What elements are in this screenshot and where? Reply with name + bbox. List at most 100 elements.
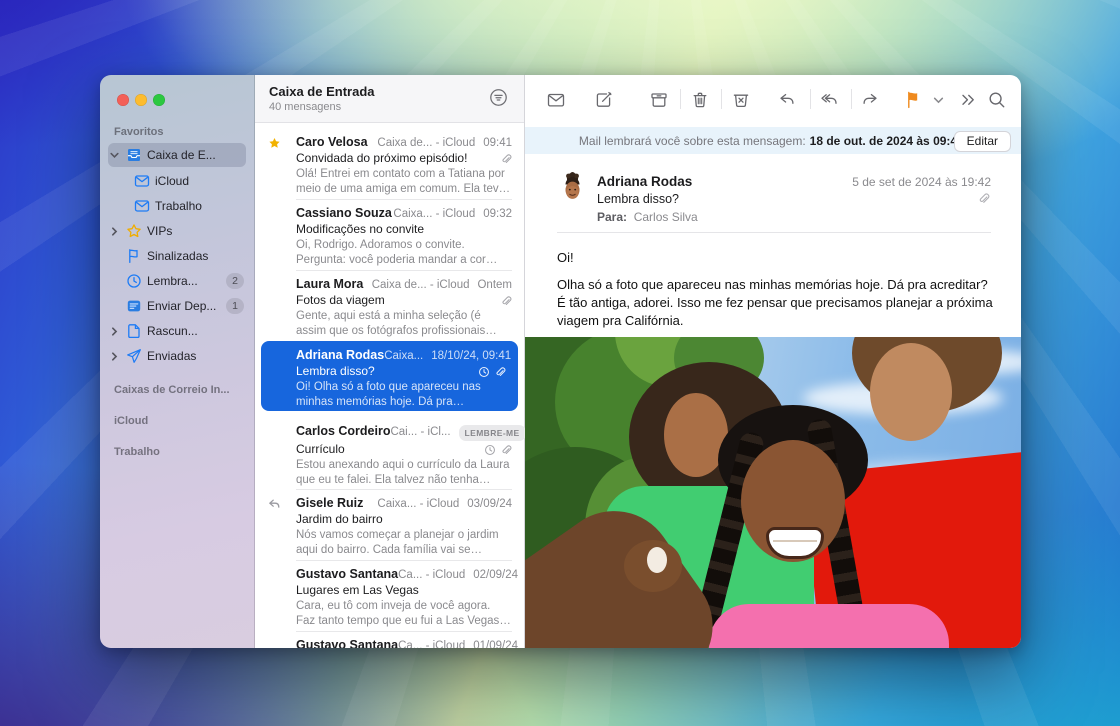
section-header-inteligentes[interactable]: Caixas de Correio In... xyxy=(114,384,230,396)
minimize-window-button[interactable] xyxy=(135,94,147,106)
list-item[interactable]: Laura Mora Caixa de... - iCloudOntem Fot… xyxy=(255,270,524,341)
envelope-icon xyxy=(134,173,150,189)
sidebar-item-label: Caixa de E... xyxy=(147,148,216,162)
mailbox-label: Caixa... xyxy=(384,349,423,363)
message-recipient: Para: Carlos Silva xyxy=(597,210,698,224)
message-time: 02/09/24 xyxy=(473,568,518,582)
junk-icon[interactable] xyxy=(731,90,751,110)
sidebar-item-drafts[interactable]: Rascun... xyxy=(100,319,255,343)
chevron-right-icon[interactable] xyxy=(110,227,119,236)
mailbox-label: Ca... - iCloud xyxy=(398,568,465,582)
document-icon xyxy=(126,323,142,339)
mailbox-title: Caixa de Entrada xyxy=(269,84,375,99)
message-list-header: Caixa de Entrada 40 mensagens xyxy=(255,75,524,123)
sidebar-item-send-later[interactable]: Enviar Dep... 1 xyxy=(100,294,255,318)
mailbox-label: Caixa... - iCloud xyxy=(377,497,459,511)
list-item[interactable]: Caro Velosa Caixa de... - iCloud09:41 Co… xyxy=(255,128,524,199)
paperclip-icon xyxy=(500,153,512,165)
message-date: 5 de set de 2024 às 19:42 xyxy=(852,175,991,189)
sender-avatar[interactable] xyxy=(557,171,588,202)
message-sender[interactable]: Adriana Rodas xyxy=(597,174,692,189)
flag-icon xyxy=(126,248,142,264)
sidebar-item-icloud-inbox[interactable]: iCloud xyxy=(100,169,255,193)
chevron-down-icon[interactable] xyxy=(110,151,119,160)
list-item[interactable]: Cassiano Souza Caixa... - iCloud09:32 Mo… xyxy=(255,199,524,270)
list-item-selected[interactable]: Adriana Rodas Caixa...18/10/24, 09:41 Le… xyxy=(261,341,518,411)
flag-icon[interactable] xyxy=(903,90,923,110)
reminder-banner-datetime: 18 de out. de 2024 às 09:41. xyxy=(810,134,967,148)
paperclip-icon xyxy=(500,444,512,456)
send-later-icon xyxy=(126,298,142,314)
list-item[interactable]: Gustavo Santana Ca... - iCloud01/09/24 xyxy=(255,631,524,648)
vip-star-icon xyxy=(268,137,281,150)
list-item[interactable]: Carlos Cordeiro Cai... - iCl...LEMBRE-ME… xyxy=(255,417,524,488)
unread-badge: 2 xyxy=(226,273,244,289)
sidebar-item-inbox[interactable]: Caixa de E... xyxy=(100,143,255,167)
search-icon[interactable] xyxy=(987,90,1007,110)
paper-plane-icon xyxy=(126,348,142,364)
sidebar-item-flagged[interactable]: Sinalizadas xyxy=(100,244,255,268)
mailbox-label: Caixa de... - iCloud xyxy=(372,278,470,292)
get-mail-icon[interactable] xyxy=(546,90,566,110)
more-icon[interactable] xyxy=(958,90,978,110)
sidebar-item-remind-me[interactable]: Lembra... 2 xyxy=(100,269,255,293)
sidebar-item-sent[interactable]: Enviadas xyxy=(100,344,255,368)
favorites-section-header: Favoritos xyxy=(114,126,164,138)
list-item[interactable]: Gisele Ruiz Caixa... - iCloud03/09/24 Ja… xyxy=(255,489,524,560)
toolbar-separator xyxy=(851,89,852,109)
chevron-right-icon[interactable] xyxy=(110,327,119,336)
paperclip-icon xyxy=(494,366,506,378)
sidebar-item-label: iCloud xyxy=(155,174,189,188)
remind-me-badge: LEMBRE-ME xyxy=(459,425,526,441)
message-subject: Lembra disso? xyxy=(597,192,679,206)
compose-icon[interactable] xyxy=(594,90,614,110)
sidebar-item-trabalho-inbox[interactable]: Trabalho xyxy=(100,194,255,218)
list-item[interactable]: Gustavo Santana Ca... - iCloud02/09/24 L… xyxy=(255,560,524,631)
sidebar-item-label: Enviar Dep... xyxy=(147,299,216,313)
message-time: 18/10/24, 09:41 xyxy=(431,349,511,363)
reply-icon[interactable] xyxy=(777,90,797,110)
sidebar-item-label: Lembra... xyxy=(147,274,198,288)
photo-person-shirt-pink xyxy=(709,604,949,648)
section-header-icloud[interactable]: iCloud xyxy=(114,415,148,427)
photo-smile xyxy=(766,527,824,559)
message-time: 09:41 xyxy=(483,136,512,150)
mailbox-label: Caixa... - iCloud xyxy=(393,207,475,221)
replied-arrow-icon xyxy=(268,498,281,511)
inbox-icon xyxy=(126,147,142,163)
message-count: 40 mensagens xyxy=(269,101,341,113)
zoom-window-button[interactable] xyxy=(153,94,165,106)
mail-window: Favoritos Caixa de E... iCloud Trabalho … xyxy=(100,75,1021,648)
forward-icon[interactable] xyxy=(860,90,880,110)
sidebar-item-label: Enviadas xyxy=(147,349,196,363)
toolbar-separator xyxy=(680,89,681,109)
trash-icon[interactable] xyxy=(690,90,710,110)
close-window-button[interactable] xyxy=(117,94,129,106)
edit-reminder-button[interactable]: Editar xyxy=(954,131,1011,152)
filter-icon[interactable] xyxy=(489,88,508,107)
chevron-right-icon[interactable] xyxy=(110,352,119,361)
header-divider xyxy=(557,232,991,233)
sidebar-item-label: VIPs xyxy=(147,224,172,238)
body-paragraph: Olha só a foto que apareceu nas minhas m… xyxy=(557,276,999,330)
attachment-photo[interactable] xyxy=(525,337,1021,648)
message-time: 03/09/24 xyxy=(467,497,512,511)
section-header-trabalho[interactable]: Trabalho xyxy=(114,446,160,458)
toolbar-separator xyxy=(810,89,811,109)
sidebar-item-vips[interactable]: VIPs xyxy=(100,219,255,243)
message-time: Ontem xyxy=(477,278,512,292)
reminder-banner: Mail lembrará você sobre esta mensagem: … xyxy=(525,127,1021,154)
reply-all-icon[interactable] xyxy=(819,90,839,110)
body-paragraph: Oi! xyxy=(557,249,999,267)
archive-icon[interactable] xyxy=(649,90,669,110)
count-badge: 1 xyxy=(226,298,244,314)
paperclip-icon[interactable] xyxy=(977,192,990,205)
paperclip-icon xyxy=(500,295,512,307)
star-icon xyxy=(126,223,142,239)
reading-pane: Mail lembrará você sobre esta mensagem: … xyxy=(525,75,1021,648)
reminder-banner-text: Mail lembrará você sobre esta mensagem: xyxy=(579,134,806,148)
sidebar-item-label: Rascun... xyxy=(147,324,198,338)
clock-icon xyxy=(126,273,142,289)
flag-menu-chevron-icon[interactable] xyxy=(933,95,944,106)
message-time: 01/09/24 xyxy=(473,639,518,648)
